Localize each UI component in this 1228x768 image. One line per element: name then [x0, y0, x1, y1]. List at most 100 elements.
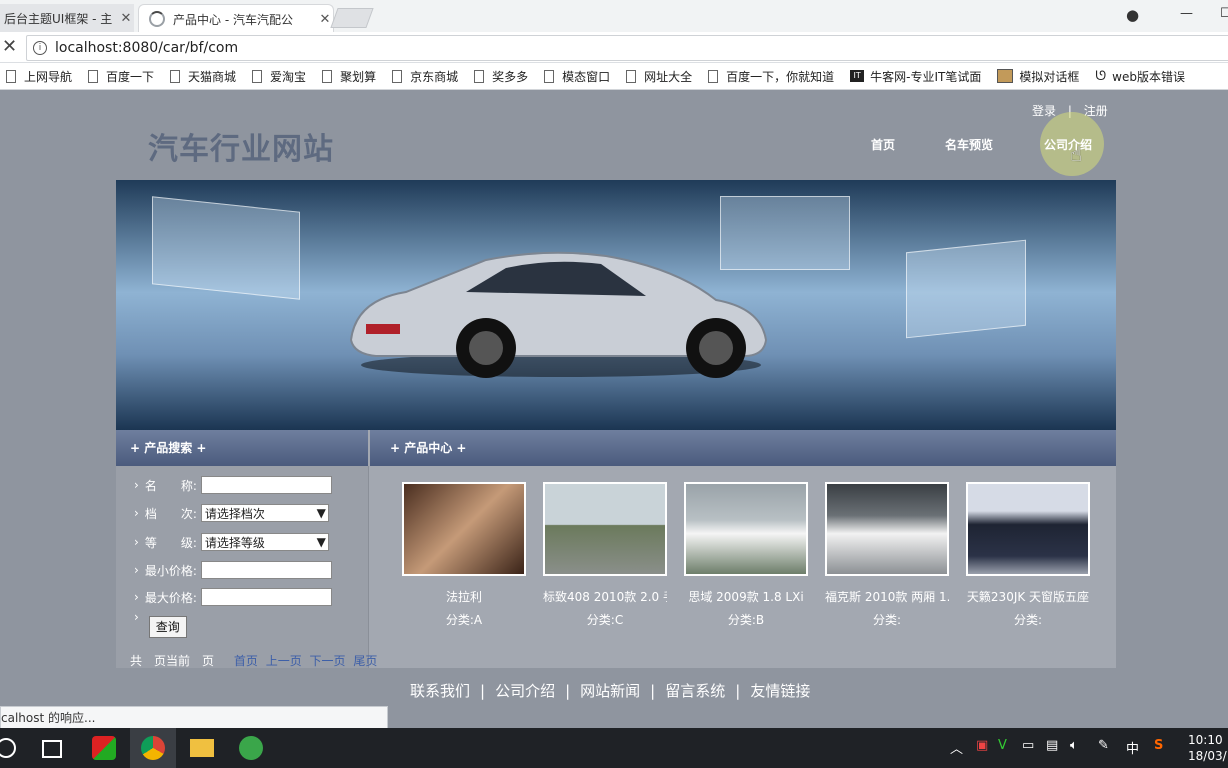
name-input[interactable]: [200, 476, 332, 494]
nav-home[interactable]: 首页: [871, 136, 895, 153]
product-name[interactable]: 福克斯 2010款 两厢 1.8: [825, 588, 949, 605]
new-tab-button[interactable]: [330, 8, 374, 28]
footer-link-contact[interactable]: 联系我们: [410, 682, 470, 700]
tray-app-icon[interactable]: ▣: [976, 738, 988, 753]
grade-select[interactable]: 请选择档次 ▼: [200, 504, 329, 522]
first-page-link[interactable]: 首页: [234, 654, 258, 668]
bookmark-item[interactable]: 百度一下: [88, 68, 154, 85]
close-tab-icon[interactable]: ✕: [118, 11, 134, 26]
product-card[interactable]: 法拉利 分类:A: [402, 482, 526, 628]
tray-v-icon[interactable]: V: [998, 738, 1007, 753]
minimize-icon[interactable]: —: [1180, 6, 1193, 21]
last-page-link[interactable]: 尾页: [353, 654, 377, 668]
footer-link-friends[interactable]: 友情链接: [750, 682, 810, 700]
tab-label: 后台主题UI框架 - 主: [4, 11, 113, 26]
footer-link-company[interactable]: 公司介绍: [495, 682, 555, 700]
maximize-icon[interactable]: ☐: [1220, 6, 1228, 21]
tab-backend-ui[interactable]: 后台主题UI框架 - 主 ✕: [0, 4, 134, 32]
stop-loading-icon[interactable]: ✕: [2, 36, 17, 57]
bookmark-label: 奖多多: [492, 69, 529, 84]
product-category: 分类:C: [586, 613, 624, 627]
page-icon: [626, 69, 637, 83]
sogou-icon[interactable]: S: [1154, 738, 1163, 753]
chrome-icon[interactable]: [141, 736, 165, 760]
bookmark-label: 上网导航: [24, 69, 73, 84]
bookmark-item[interactable]: 天猫商城: [170, 68, 236, 85]
product-name[interactable]: 标致408 2010款 2.0 手: [543, 588, 667, 605]
bookmark-item[interactable]: 模态窗口: [544, 68, 610, 85]
query-button[interactable]: 查询: [148, 616, 187, 638]
info-icon[interactable]: i: [33, 41, 47, 55]
product-card[interactable]: 标致408 2010款 2.0 手 分类:C: [543, 482, 667, 628]
product-name[interactable]: 法拉利: [402, 588, 526, 605]
product-center-heading: + 产品中心 +: [370, 430, 1116, 466]
product-category: 分类:A: [445, 613, 483, 627]
pen-icon[interactable]: ✎: [1098, 738, 1109, 753]
bookmark-item[interactable]: 网址大全: [626, 68, 692, 85]
bookmark-item[interactable]: IT 牛客网-专业IT笔试面: [850, 68, 981, 85]
footer-link-guestbook[interactable]: 留言系统: [665, 682, 725, 700]
product-name[interactable]: 思域 2009款 1.8 LXi: [684, 588, 808, 605]
min-price-label: 最小价格:: [144, 563, 197, 578]
engine-panel-image: [906, 239, 1026, 339]
divider: |: [565, 682, 571, 700]
bookmark-item[interactable]: 模拟对话框: [997, 68, 1079, 85]
clock[interactable]: 10:10 18/03/: [1188, 732, 1227, 764]
file-explorer-icon[interactable]: [190, 739, 214, 757]
product-card[interactable]: 思域 2009款 1.8 LXi 分类:B: [684, 482, 808, 628]
max-price-label: 最大价格:: [144, 590, 197, 605]
bookmark-item[interactable]: 奖多多: [474, 68, 528, 85]
footer-link-news[interactable]: 网站新闻: [580, 682, 640, 700]
product-image[interactable]: [402, 482, 526, 576]
min-price-input[interactable]: [200, 561, 332, 579]
bookmark-item[interactable]: 爱淘宝: [252, 68, 306, 85]
product-image[interactable]: [684, 482, 808, 576]
nav-company-intro[interactable]: 公司介绍: [1044, 136, 1092, 153]
app-icon[interactable]: [92, 736, 116, 760]
ime-indicator[interactable]: 中: [1126, 738, 1139, 757]
pagination: 共 页当前 页 首页 上一页 下一页 尾页: [130, 652, 377, 669]
bookmark-item[interactable]: ᘎ web版本错误: [1095, 68, 1185, 85]
bookmark-item[interactable]: 京东商城: [392, 68, 458, 85]
volume-icon[interactable]: 🔈︎: [1070, 738, 1078, 753]
url-input[interactable]: i localhost:8080/car/bf/com: [26, 35, 1228, 61]
level-select[interactable]: 请选择等级 ▼: [200, 533, 329, 551]
tray-network-icon[interactable]: ▭: [1022, 738, 1034, 753]
time: 10:10: [1188, 733, 1223, 747]
max-price-input[interactable]: [200, 588, 332, 606]
name-row: › 名 称:: [134, 476, 332, 494]
tray-battery-icon[interactable]: ▤: [1046, 738, 1058, 753]
bookmark-label: 牛客网-专业IT笔试面: [870, 69, 982, 84]
bookmark-label: 模拟对话框: [1019, 69, 1080, 84]
product-image[interactable]: [825, 482, 949, 576]
hand-cursor-icon: ☝: [1070, 142, 1083, 166]
nav-car-preview[interactable]: 名车预览: [945, 136, 993, 153]
page-icon: [252, 69, 263, 83]
profile-icon[interactable]: ●: [1126, 6, 1139, 24]
next-page-link[interactable]: 下一页: [310, 654, 346, 668]
bookmark-item[interactable]: 聚划算: [322, 68, 376, 85]
product-image[interactable]: [543, 482, 667, 576]
product-card[interactable]: 天籁230JK 天窗版五座 分类:: [966, 482, 1090, 628]
divider: |: [480, 682, 486, 700]
browser-tab-bar: 后台主题UI框架 - 主 ✕ 产品中心 - 汽车汽配公 ✕ ● — ☐: [0, 0, 1228, 33]
product-image[interactable]: [966, 482, 1090, 576]
page-icon: [6, 69, 16, 83]
product-card[interactable]: 福克斯 2010款 两厢 1.8 分类:: [825, 482, 949, 628]
page-icon: [544, 69, 555, 83]
site-title: 汽车行业网站: [148, 132, 334, 167]
product-name[interactable]: 天籁230JK 天窗版五座: [966, 588, 1090, 605]
prev-page-link[interactable]: 上一页: [266, 654, 302, 668]
bookmark-item[interactable]: 上网导航: [6, 68, 72, 85]
task-view-icon[interactable]: [42, 740, 62, 758]
tab-product-center[interactable]: 产品中心 - 汽车汽配公 ✕: [138, 4, 334, 33]
level-select-value: 请选择等级: [204, 535, 265, 550]
chevron-up-icon[interactable]: ︿: [950, 738, 963, 757]
login-link[interactable]: 登录: [1032, 104, 1056, 118]
bookmark-label: 京东商城: [410, 69, 459, 84]
leaf-app-icon[interactable]: [239, 736, 263, 760]
url-host: localhost: [55, 40, 118, 56]
bookmark-item[interactable]: 百度一下，你就知道: [708, 68, 834, 85]
cortana-icon[interactable]: [0, 738, 16, 758]
search-panel-heading: + 产品搜索 +: [116, 430, 368, 466]
